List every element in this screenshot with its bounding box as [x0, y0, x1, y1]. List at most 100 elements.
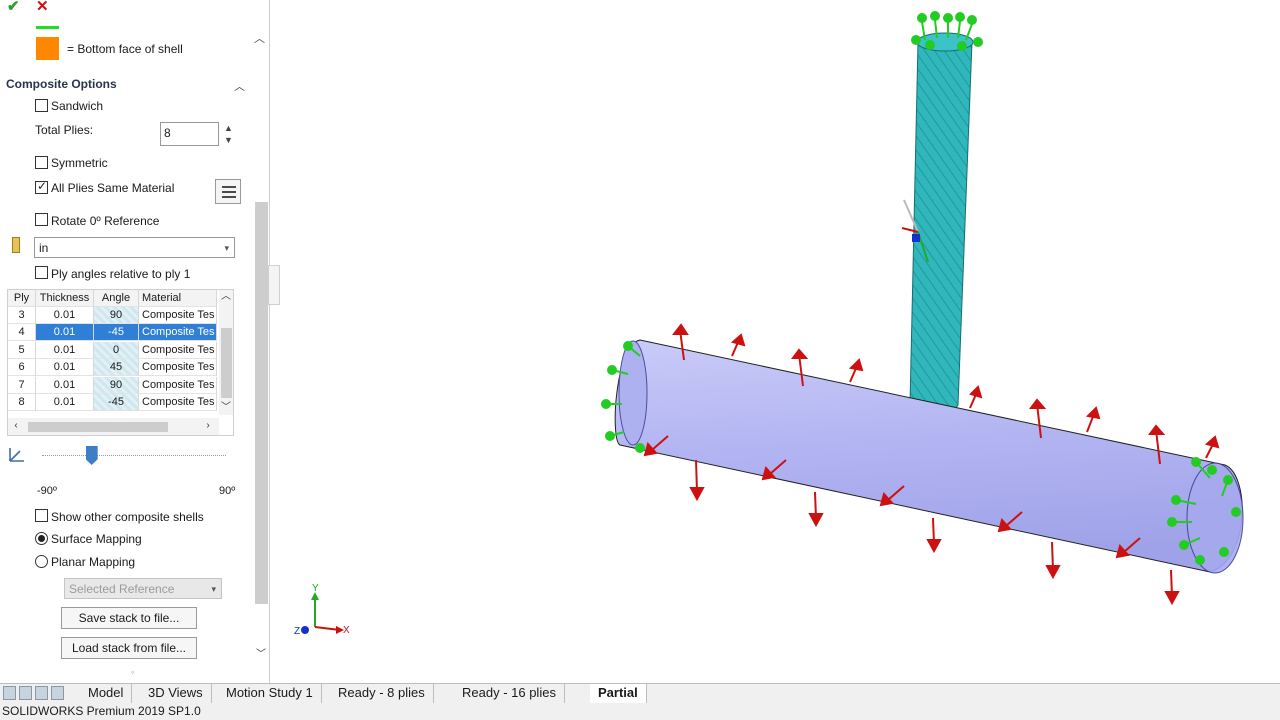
tab-label: Motion Study 1: [226, 685, 313, 700]
model-tabs-bar: Model 3D Views Motion Study 1 Ready - 8 pli…: [0, 683, 1280, 703]
total-plies-input[interactable]: 8: [160, 122, 219, 146]
composite-options-chevron-up-icon[interactable]: ︿: [234, 78, 245, 94]
tab-motion-study-1[interactable]: Motion Study 1: [218, 684, 322, 703]
cell-thickness[interactable]: 0.01: [36, 307, 94, 324]
cell-ply[interactable]: 7: [8, 376, 36, 394]
cell-angle[interactable]: 90: [94, 307, 139, 324]
planar-mapping-radio[interactable]: [35, 555, 48, 568]
rotate-reference-label: Rotate 0º Reference: [51, 214, 160, 228]
spin-up-icon[interactable]: ▲: [224, 124, 233, 133]
col-header-ply[interactable]: Ply: [8, 290, 36, 307]
cell-thickness[interactable]: 0.01: [36, 341, 94, 359]
surface-mapping-label: Surface Mapping: [51, 532, 142, 546]
resize-grip-icon[interactable]: ◦: [131, 667, 134, 677]
col-header-angle[interactable]: Angle: [94, 290, 139, 307]
view-orientation-triad: Y X Z: [294, 583, 350, 637]
cell-ply[interactable]: 8: [8, 394, 36, 411]
symmetric-checkbox[interactable]: [35, 156, 48, 169]
cell-angle[interactable]: -45: [94, 394, 139, 411]
angle-slider-thumb[interactable]: [85, 446, 98, 465]
composite-options-title: Composite Options: [6, 77, 117, 91]
tab-3d-views[interactable]: 3D Views: [140, 684, 212, 703]
panel-scroll-down-icon[interactable]: ﹀: [254, 648, 268, 662]
slider-min-label: -90º: [37, 485, 57, 497]
cell-ply[interactable]: 4: [8, 324, 36, 342]
cell-material[interactable]: Composite Tes: [139, 359, 217, 377]
cell-material[interactable]: Composite Tes: [139, 341, 217, 359]
angle-slider-icon: [9, 448, 24, 462]
ply-list-button[interactable]: [215, 179, 241, 204]
list-icon: [222, 186, 236, 188]
ply-angles-relative-checkbox[interactable]: [35, 266, 48, 279]
units-ruler-icon: [12, 237, 20, 253]
table-vertical-scrollbar[interactable]: ︿ ﹀: [219, 290, 233, 415]
sandwich-checkbox[interactable]: [35, 99, 48, 112]
selected-reference-select[interactable]: Selected Reference ▾: [64, 578, 222, 599]
save-stack-button[interactable]: Save stack to file...: [61, 607, 197, 629]
cell-material[interactable]: Composite Tes: [139, 394, 217, 411]
col-header-thickness[interactable]: Thickness: [36, 290, 94, 307]
top-face-color-swatch: [36, 26, 59, 29]
units-select[interactable]: in ▾: [34, 237, 235, 258]
panel-scrollbar-thumb[interactable]: [255, 202, 268, 604]
tab-label: Partial: [598, 685, 638, 700]
cell-thickness[interactable]: 0.01: [36, 376, 94, 394]
scroll-down-icon[interactable]: ﹀: [219, 401, 233, 415]
cell-thickness[interactable]: 0.01: [36, 394, 94, 411]
cell-ply[interactable]: 3: [8, 307, 36, 324]
table-vertical-thumb[interactable]: [221, 328, 232, 398]
load-stack-button[interactable]: Load stack from file...: [61, 637, 197, 659]
selected-reference-placeholder: Selected Reference: [69, 582, 175, 596]
chevron-down-icon: ▾: [211, 584, 216, 594]
tab-ready-16-plies[interactable]: Ready - 16 plies: [454, 684, 565, 703]
tab-model[interactable]: Model: [80, 684, 133, 703]
vertical-post-shell[interactable]: [909, 32, 974, 413]
tab-label: 3D Views: [148, 685, 203, 700]
graphics-viewport[interactable]: Y X Z: [271, 0, 1280, 683]
slider-max-label: 90º: [219, 485, 236, 497]
tab-last-icon[interactable]: [51, 686, 64, 700]
show-other-shells-checkbox[interactable]: [35, 509, 48, 522]
ok-check-icon[interactable]: ✔: [7, 0, 20, 14]
bottom-face-color-swatch: [36, 37, 59, 60]
planar-mapping-label: Planar Mapping: [51, 555, 136, 569]
all-plies-same-material-checkbox[interactable]: [35, 179, 48, 194]
panel-scrollbar[interactable]: ﹀: [253, 26, 268, 662]
col-header-material[interactable]: Material: [139, 290, 217, 307]
units-select-value: in: [39, 241, 49, 255]
scroll-up-icon[interactable]: ︿: [219, 290, 233, 304]
cell-angle[interactable]: -45: [94, 324, 139, 342]
cell-thickness[interactable]: 0.01: [36, 359, 94, 377]
symmetric-label: Symmetric: [51, 156, 108, 170]
cell-material[interactable]: Composite Tes: [139, 307, 217, 324]
spin-down-icon[interactable]: ▼: [224, 136, 233, 145]
angle-slider-track[interactable]: [42, 455, 226, 457]
scroll-left-icon[interactable]: ‹: [9, 419, 23, 433]
total-plies-label: Total Plies:: [35, 123, 94, 137]
bottom-face-label: = Bottom face of shell: [67, 42, 183, 56]
tab-first-icon[interactable]: [3, 686, 16, 700]
tab-partial[interactable]: Partial: [590, 684, 647, 703]
tab-label: Model: [88, 685, 124, 700]
table-horizontal-scrollbar[interactable]: ‹ ›: [8, 418, 219, 435]
cell-angle[interactable]: 45: [94, 359, 139, 377]
triad-x-label: X: [343, 625, 350, 636]
scroll-right-icon[interactable]: ›: [201, 419, 215, 433]
cell-material[interactable]: Composite Tes: [139, 324, 217, 342]
table-horizontal-thumb[interactable]: [28, 422, 168, 432]
cell-ply[interactable]: 6: [8, 359, 36, 377]
cancel-x-icon[interactable]: ✕: [36, 0, 49, 14]
tab-prev-icon[interactable]: [19, 686, 32, 700]
cell-thickness[interactable]: 0.01: [36, 324, 94, 342]
tab-next-icon[interactable]: [35, 686, 48, 700]
surface-mapping-radio[interactable]: [35, 532, 48, 545]
cell-material[interactable]: Composite Tes: [139, 376, 217, 394]
triad-z-label: Z: [294, 626, 300, 637]
tab-ready-8-plies[interactable]: Ready - 8 plies: [330, 684, 434, 703]
cell-angle[interactable]: 90: [94, 376, 139, 394]
triad-y-label: Y: [312, 583, 319, 594]
cell-ply[interactable]: 5: [8, 341, 36, 359]
rotate-reference-checkbox[interactable]: [35, 213, 48, 226]
property-manager-panel: ✔ ✕ ︿ = Bottom face of shell Composite O…: [0, 0, 270, 683]
cell-angle[interactable]: 0: [94, 341, 139, 359]
